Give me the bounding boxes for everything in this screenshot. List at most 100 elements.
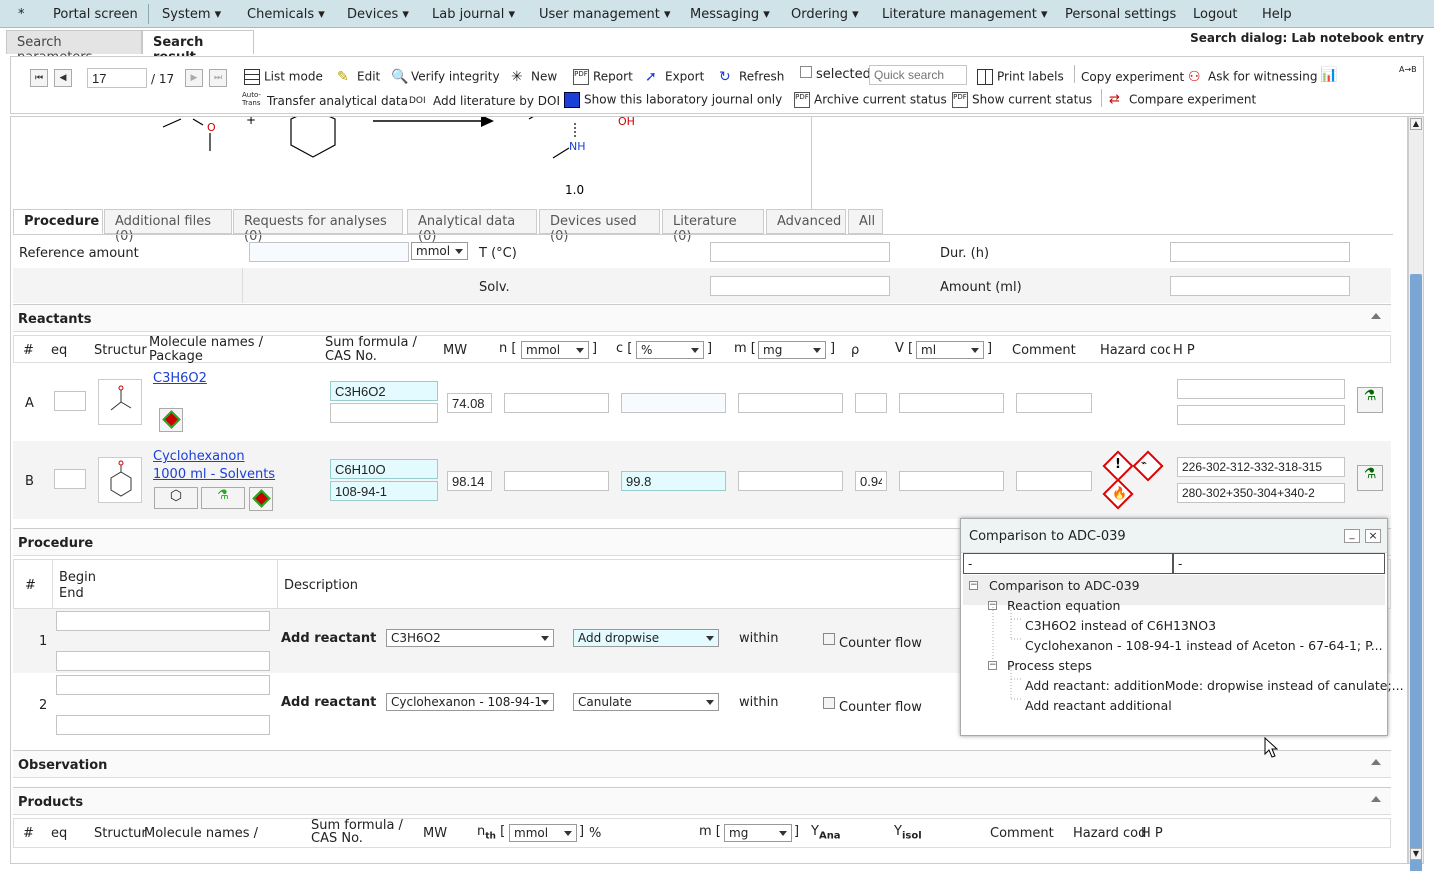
quick-search-input[interactable] bbox=[869, 65, 967, 85]
p-phrases-input[interactable] bbox=[1177, 483, 1345, 503]
sum-formula-input[interactable] bbox=[330, 459, 438, 479]
structure-thumbnail[interactable] bbox=[98, 379, 142, 425]
m-input[interactable] bbox=[738, 471, 843, 491]
p-phrases-input[interactable] bbox=[1177, 405, 1345, 425]
step-mode-select[interactable]: Canulate bbox=[573, 693, 719, 711]
menu-system[interactable]: System ▾ bbox=[162, 7, 221, 22]
reactants-section-header[interactable]: Reactants bbox=[13, 304, 1391, 332]
m-unit-select[interactable]: mg bbox=[724, 824, 792, 842]
molecule-link[interactable]: Cyclohexanon bbox=[153, 449, 245, 464]
prev-page-button[interactable]: ◀ bbox=[54, 69, 72, 87]
amount-input[interactable] bbox=[1170, 276, 1350, 296]
cas-input[interactable] bbox=[330, 403, 438, 423]
menu-user-management[interactable]: User management ▾ bbox=[539, 7, 671, 22]
menu-lab-journal[interactable]: Lab journal ▾ bbox=[432, 7, 515, 22]
mw-input[interactable] bbox=[447, 471, 492, 491]
end-time-input[interactable] bbox=[56, 715, 270, 735]
observation-section-header[interactable]: Observation bbox=[13, 750, 1391, 778]
step-reactant-select[interactable]: Cyclohexanon - 108-94-1 bbox=[386, 693, 554, 711]
comment-input[interactable] bbox=[1016, 393, 1092, 413]
counter-flow-checkbox[interactable] bbox=[823, 633, 835, 645]
collapse-icon[interactable] bbox=[1371, 759, 1381, 765]
eq-input[interactable] bbox=[54, 391, 86, 411]
ask-witnessing-button[interactable]: ⚇ Ask for witnessing bbox=[1188, 69, 1317, 85]
menu-personal-settings[interactable]: Personal settings bbox=[1065, 7, 1176, 22]
m-input[interactable] bbox=[738, 393, 843, 413]
refresh-button[interactable]: ↻ Refresh bbox=[719, 69, 784, 85]
chart-icon[interactable]: 📊 bbox=[1320, 67, 1337, 83]
tab-literature[interactable]: Literature (0) bbox=[662, 209, 764, 244]
tree-item[interactable]: Cyclohexanon - 108-94-1 instead of Aceto… bbox=[1025, 638, 1383, 653]
menu-literature-management[interactable]: Literature management ▾ bbox=[882, 7, 1048, 22]
step-reactant-select[interactable]: C3H6O2 bbox=[386, 629, 554, 647]
tree-item[interactable]: C3H6O2 instead of C6H13NO3 bbox=[1025, 618, 1216, 633]
tab-search-parameters[interactable]: Search parameters bbox=[6, 30, 142, 65]
h-phrases-input[interactable] bbox=[1177, 379, 1345, 399]
safety-lookup-button[interactable]: ⚗ bbox=[1357, 387, 1383, 413]
new-button[interactable]: ✳ New bbox=[511, 69, 557, 85]
begin-time-input[interactable] bbox=[56, 611, 270, 631]
archive-status-button[interactable]: PDF Archive current status bbox=[794, 92, 947, 108]
h-phrases-input[interactable] bbox=[1177, 457, 1345, 477]
products-section-header[interactable]: Products bbox=[13, 787, 1391, 815]
show-journal-only-button[interactable]: Show this laboratory journal only bbox=[564, 92, 782, 108]
menu-devices[interactable]: Devices ▾ bbox=[347, 7, 409, 22]
tab-additional-files[interactable]: Additional files (0) bbox=[104, 209, 232, 244]
compare-experiment-button[interactable]: ⇄ Compare experiment bbox=[1109, 92, 1256, 108]
tree-item[interactable]: Add reactant additional bbox=[1025, 698, 1172, 713]
transfer-analytical-data-button[interactable]: Transfer analytical data bbox=[267, 94, 408, 108]
tab-analytical-data[interactable]: Analytical data (0) bbox=[407, 209, 537, 244]
chemical-store-button[interactable] bbox=[249, 487, 273, 511]
safety-lookup-button[interactable]: ⚗ bbox=[1357, 465, 1383, 491]
scroll-down-arrow[interactable]: ▼ bbox=[1410, 848, 1422, 860]
tree-item[interactable]: Add reactant: additionMode: dropwise ins… bbox=[1025, 678, 1404, 693]
add-literature-doi-button[interactable]: Add literature by DOI bbox=[433, 94, 560, 108]
export-button[interactable]: ➚ Export bbox=[645, 69, 704, 85]
structure-button[interactable]: ⬡ bbox=[154, 487, 198, 509]
comparison-left-filter[interactable] bbox=[963, 553, 1173, 574]
n-unit-select[interactable]: mmol bbox=[521, 341, 589, 359]
page-number-input[interactable] bbox=[87, 68, 147, 88]
show-status-button[interactable]: PDF Show current status bbox=[952, 92, 1092, 108]
m-unit-select[interactable]: mg bbox=[758, 341, 826, 359]
eq-input[interactable] bbox=[54, 469, 86, 489]
verify-integrity-button[interactable]: 🔍 Verify integrity bbox=[391, 69, 500, 85]
molecule-link[interactable]: C3H6O2 bbox=[153, 371, 207, 386]
first-page-button[interactable]: ⏮ bbox=[30, 69, 48, 87]
structure-thumbnail[interactable] bbox=[98, 457, 142, 503]
temperature-input[interactable] bbox=[710, 242, 890, 262]
sum-formula-input[interactable] bbox=[330, 381, 438, 401]
tab-requests-for-analyses[interactable]: Requests for analyses (0) bbox=[233, 209, 403, 244]
menu-messaging[interactable]: Messaging ▾ bbox=[690, 7, 770, 22]
report-button[interactable]: PDF Report bbox=[573, 69, 633, 85]
comparison-dialog-header[interactable]: Comparison to ADC-039 _ × bbox=[961, 519, 1387, 553]
menu-logout[interactable]: Logout bbox=[1193, 7, 1238, 22]
flask-button[interactable]: ⚗ bbox=[201, 487, 245, 509]
menu-star[interactable]: * bbox=[18, 7, 25, 22]
copy-experiment-button[interactable]: Copy experiment bbox=[1081, 70, 1184, 84]
solvent-input[interactable] bbox=[710, 276, 890, 296]
tab-advanced[interactable]: Advanced bbox=[766, 209, 846, 234]
n-input[interactable] bbox=[504, 471, 609, 491]
reference-amount-input[interactable] bbox=[249, 242, 409, 262]
v-input[interactable] bbox=[899, 393, 1004, 413]
tab-all[interactable]: All bbox=[848, 209, 883, 234]
begin-time-input[interactable] bbox=[56, 675, 270, 695]
minimize-button[interactable]: _ bbox=[1344, 529, 1360, 543]
c-unit-select[interactable]: % bbox=[636, 341, 704, 359]
rho-input[interactable] bbox=[855, 471, 887, 491]
step-mode-select[interactable]: Add dropwise bbox=[573, 629, 719, 647]
menu-chemicals[interactable]: Chemicals ▾ bbox=[247, 7, 325, 22]
c-input[interactable] bbox=[621, 393, 726, 413]
close-button[interactable]: × bbox=[1365, 529, 1381, 543]
v-unit-select[interactable]: ml bbox=[916, 341, 984, 359]
scroll-up-arrow[interactable]: ▲ bbox=[1410, 118, 1422, 130]
n-unit-select[interactable]: mmol bbox=[509, 824, 577, 842]
cas-input[interactable] bbox=[330, 481, 438, 501]
c-input[interactable] bbox=[621, 471, 726, 491]
tab-devices-used[interactable]: Devices used (0) bbox=[539, 209, 660, 244]
mw-input[interactable] bbox=[447, 393, 492, 413]
tab-procedure[interactable]: Procedure bbox=[13, 209, 103, 234]
tab-search-result[interactable]: Search result bbox=[142, 30, 254, 65]
comment-input[interactable] bbox=[1016, 471, 1092, 491]
